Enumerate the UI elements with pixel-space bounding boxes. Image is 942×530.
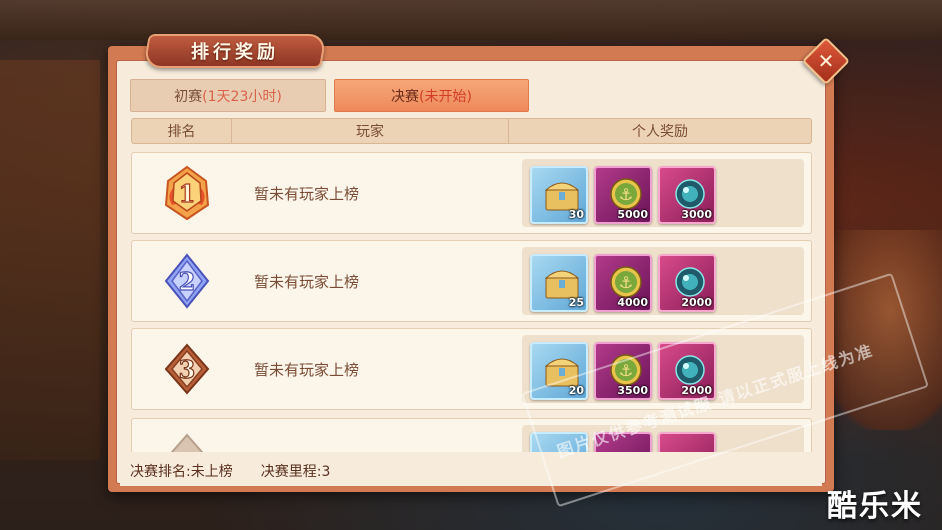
reward-item[interactable]: 30 xyxy=(530,166,588,224)
rank-badge-icon xyxy=(170,433,204,452)
final-rank: 决赛排名:未上榜 xyxy=(130,461,233,481)
reward-item[interactable]: 25 xyxy=(530,254,588,312)
reward-count: 4000 xyxy=(617,296,648,309)
rank-2-number: 2 xyxy=(179,267,196,296)
crystal-orb-icon xyxy=(675,179,705,209)
reward-count: 3000 xyxy=(681,208,712,221)
tab-preliminary-status: (1天23小时) xyxy=(202,88,282,105)
header-reward: 个人奖励 xyxy=(632,124,688,140)
site-logo: 酷乐米 xyxy=(827,489,923,524)
reward-item[interactable]: 3000 xyxy=(658,166,716,224)
reward-item[interactable]: ⚓ 5000 xyxy=(594,166,652,224)
header-player: 玩家 xyxy=(232,119,509,143)
rank-3-badge-icon: 3 xyxy=(164,343,210,395)
anchor-coin-icon: ⚓ xyxy=(610,178,642,210)
treasure-chest-icon xyxy=(544,182,580,211)
table-row: 1 暂未有玩家上榜 30 ⚓ 5000 3000 xyxy=(131,152,812,234)
reward-group: 25 ⚓ 4000 2000 xyxy=(522,247,804,315)
reward-item[interactable]: ⚓ 4000 xyxy=(594,254,652,312)
reward-count: 25 xyxy=(568,296,584,309)
final-distance-label: 决赛里程: xyxy=(260,464,322,480)
tab-preliminary-label: 初赛 xyxy=(174,88,203,105)
rank-3-number: 3 xyxy=(179,355,196,384)
reward-group: 30 ⚓ 5000 3000 xyxy=(522,159,804,227)
treasure-chest-icon xyxy=(544,270,580,299)
background-left-panel xyxy=(0,60,100,460)
player-name: 暂未有玩家上榜 xyxy=(254,184,360,203)
reward-count: 30 xyxy=(568,208,584,221)
rank-1-badge-icon: 1 xyxy=(164,165,210,221)
reward-item[interactable]: 2000 xyxy=(658,254,716,312)
final-rank-label: 决赛排名: xyxy=(130,464,191,480)
table-header: 排名 玩家 个人奖励 xyxy=(131,118,812,144)
rank-2-badge-icon: 2 xyxy=(164,253,210,309)
reward-count: 5000 xyxy=(617,208,648,221)
footer-status: 决赛排名:未上榜 决赛里程:3 xyxy=(120,456,822,486)
reward-count: 2000 xyxy=(681,296,712,309)
tab-final[interactable]: 决赛 (未开始) xyxy=(334,79,529,112)
background-top-bar xyxy=(0,0,942,40)
rank-1-number: 1 xyxy=(179,179,196,208)
crystal-orb-icon xyxy=(675,267,705,297)
final-rank-value: 未上榜 xyxy=(190,464,233,480)
final-distance-value: 3 xyxy=(321,464,331,480)
table-row: 2 暂未有玩家上榜 25 ⚓ 4000 2000 xyxy=(131,240,812,322)
player-name: 暂未有玩家上榜 xyxy=(254,272,360,291)
anchor-coin-icon: ⚓ xyxy=(610,266,642,298)
final-distance: 决赛里程:3 xyxy=(261,461,331,481)
dialog-title: 排行奖励 xyxy=(191,42,279,63)
svg-text:⚓: ⚓ xyxy=(619,185,633,204)
tab-final-status: (未开始) xyxy=(419,88,472,105)
header-rank: 排名 xyxy=(132,119,232,143)
tab-preliminary[interactable]: 初赛 (1天23小时) xyxy=(130,79,326,112)
close-icon[interactable]: ✕ xyxy=(809,44,843,78)
player-name: 暂未有玩家上榜 xyxy=(254,360,360,379)
svg-text:⚓: ⚓ xyxy=(619,273,633,292)
tab-final-label: 决赛 xyxy=(391,88,420,105)
